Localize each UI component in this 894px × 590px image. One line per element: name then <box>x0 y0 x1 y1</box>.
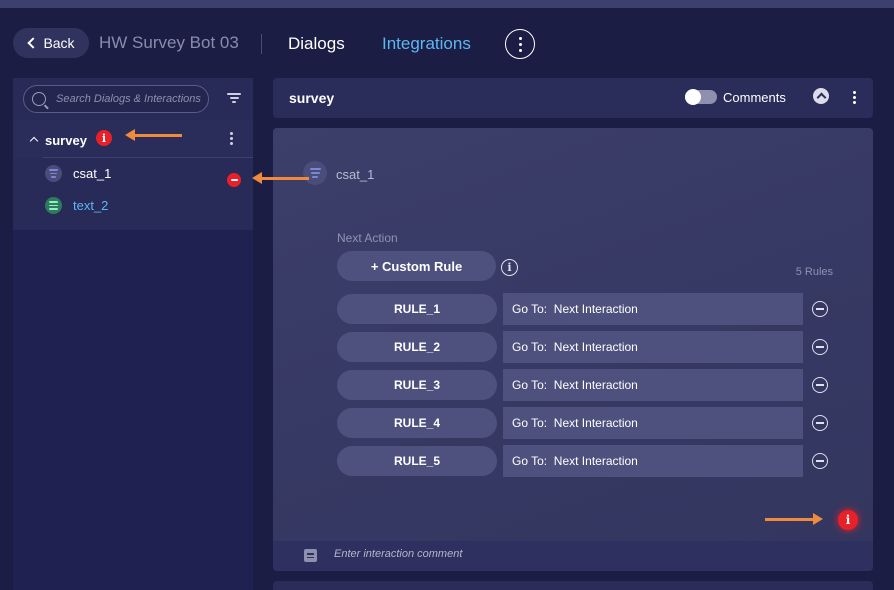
list-item-csat-1[interactable]: csat_1 <box>13 158 253 188</box>
app-header: Back HW Survey Bot 03 Dialogs Integratio… <box>0 8 894 78</box>
rule-row: RULE_2 Go To: Next Interaction <box>337 331 837 364</box>
csat-icon <box>45 165 62 182</box>
rules-count: 5 Rules <box>795 266 833 278</box>
comments-label: Comments <box>723 90 786 105</box>
rule-button[interactable]: RULE_2 <box>337 332 497 362</box>
search-box[interactable] <box>23 85 209 113</box>
list-item-text-2[interactable]: text_2 <box>13 190 253 220</box>
interaction-list: csat_1 text_2 <box>13 158 253 230</box>
info-icon[interactable]: i <box>501 259 518 276</box>
remove-rule-icon[interactable] <box>812 415 828 431</box>
top-strip <box>0 0 894 8</box>
rule-goto-field[interactable]: Go To: Next Interaction <box>503 369 803 401</box>
collapse-icon[interactable] <box>813 88 829 104</box>
dialog-title: survey <box>289 90 335 106</box>
chevron-up-icon[interactable] <box>29 136 39 146</box>
back-label: Back <box>43 35 75 51</box>
rule-button[interactable]: RULE_4 <box>337 408 497 438</box>
rule-goto-field[interactable]: Go To: Next Interaction <box>503 445 803 477</box>
error-icon: i <box>96 130 112 146</box>
rule-goto-field[interactable]: Go To: Next Interaction <box>503 331 803 363</box>
comment-bar <box>273 541 873 571</box>
rule-button[interactable]: RULE_5 <box>337 446 497 476</box>
search-input[interactable] <box>56 93 206 105</box>
remove-rule-icon[interactable] <box>812 377 828 393</box>
rule-goto-field[interactable]: Go To: Next Interaction <box>503 293 803 325</box>
header-divider <box>261 34 262 54</box>
rule-row: RULE_1 Go To: Next Interaction <box>337 293 837 326</box>
csat-icon <box>303 161 327 185</box>
interaction-card: csat_1 Next Action + Custom Rule i 5 Rul… <box>273 128 873 571</box>
dialog-group-name: survey <box>45 133 87 148</box>
filter-icon[interactable] <box>227 93 241 105</box>
rule-row: RULE_3 Go To: Next Interaction <box>337 369 837 402</box>
rule-row: RULE_5 Go To: Next Interaction <box>337 445 837 478</box>
annotation-arrow <box>252 172 309 184</box>
dialog-more-icon[interactable] <box>853 91 856 104</box>
rule-button[interactable]: RULE_1 <box>337 294 497 324</box>
remove-rule-icon[interactable] <box>812 453 828 469</box>
remove-rule-icon[interactable] <box>812 301 828 317</box>
next-card-edge <box>273 581 873 590</box>
annotation-arrow <box>765 513 823 525</box>
chevron-left-icon <box>27 37 40 49</box>
comments-toggle[interactable] <box>685 89 717 105</box>
tab-integrations[interactable]: Integrations <box>382 34 471 54</box>
custom-rule-button[interactable]: + Custom Rule <box>337 251 496 281</box>
more-options-icon[interactable] <box>505 29 535 59</box>
next-action-label: Next Action <box>337 231 398 245</box>
rule-goto-field[interactable]: Go To: Next Interaction <box>503 407 803 439</box>
list-item-label: text_2 <box>73 198 109 213</box>
annotation-arrow <box>125 129 182 141</box>
dialog-title-bar: survey Comments <box>273 78 873 118</box>
comment-input[interactable] <box>334 548 734 560</box>
bot-name: HW Survey Bot 03 <box>99 33 239 52</box>
dialog-sidebar: survey i csat_1 text_2 <box>13 78 253 590</box>
back-button[interactable]: Back <box>13 28 89 58</box>
comment-icon <box>304 549 317 562</box>
rule-button[interactable]: RULE_3 <box>337 370 497 400</box>
group-more-icon[interactable] <box>230 132 233 145</box>
list-item-label: csat_1 <box>73 166 112 181</box>
remove-icon[interactable] <box>227 173 241 187</box>
remove-rule-icon[interactable] <box>812 339 828 355</box>
search-icon <box>32 92 46 106</box>
text-icon <box>45 197 62 214</box>
sidebar-toolbar <box>13 78 253 120</box>
interaction-name: csat_1 <box>336 167 375 182</box>
error-icon[interactable]: i <box>838 510 858 530</box>
rule-row: RULE_4 Go To: Next Interaction <box>337 407 837 440</box>
tab-dialogs[interactable]: Dialogs <box>288 34 345 54</box>
